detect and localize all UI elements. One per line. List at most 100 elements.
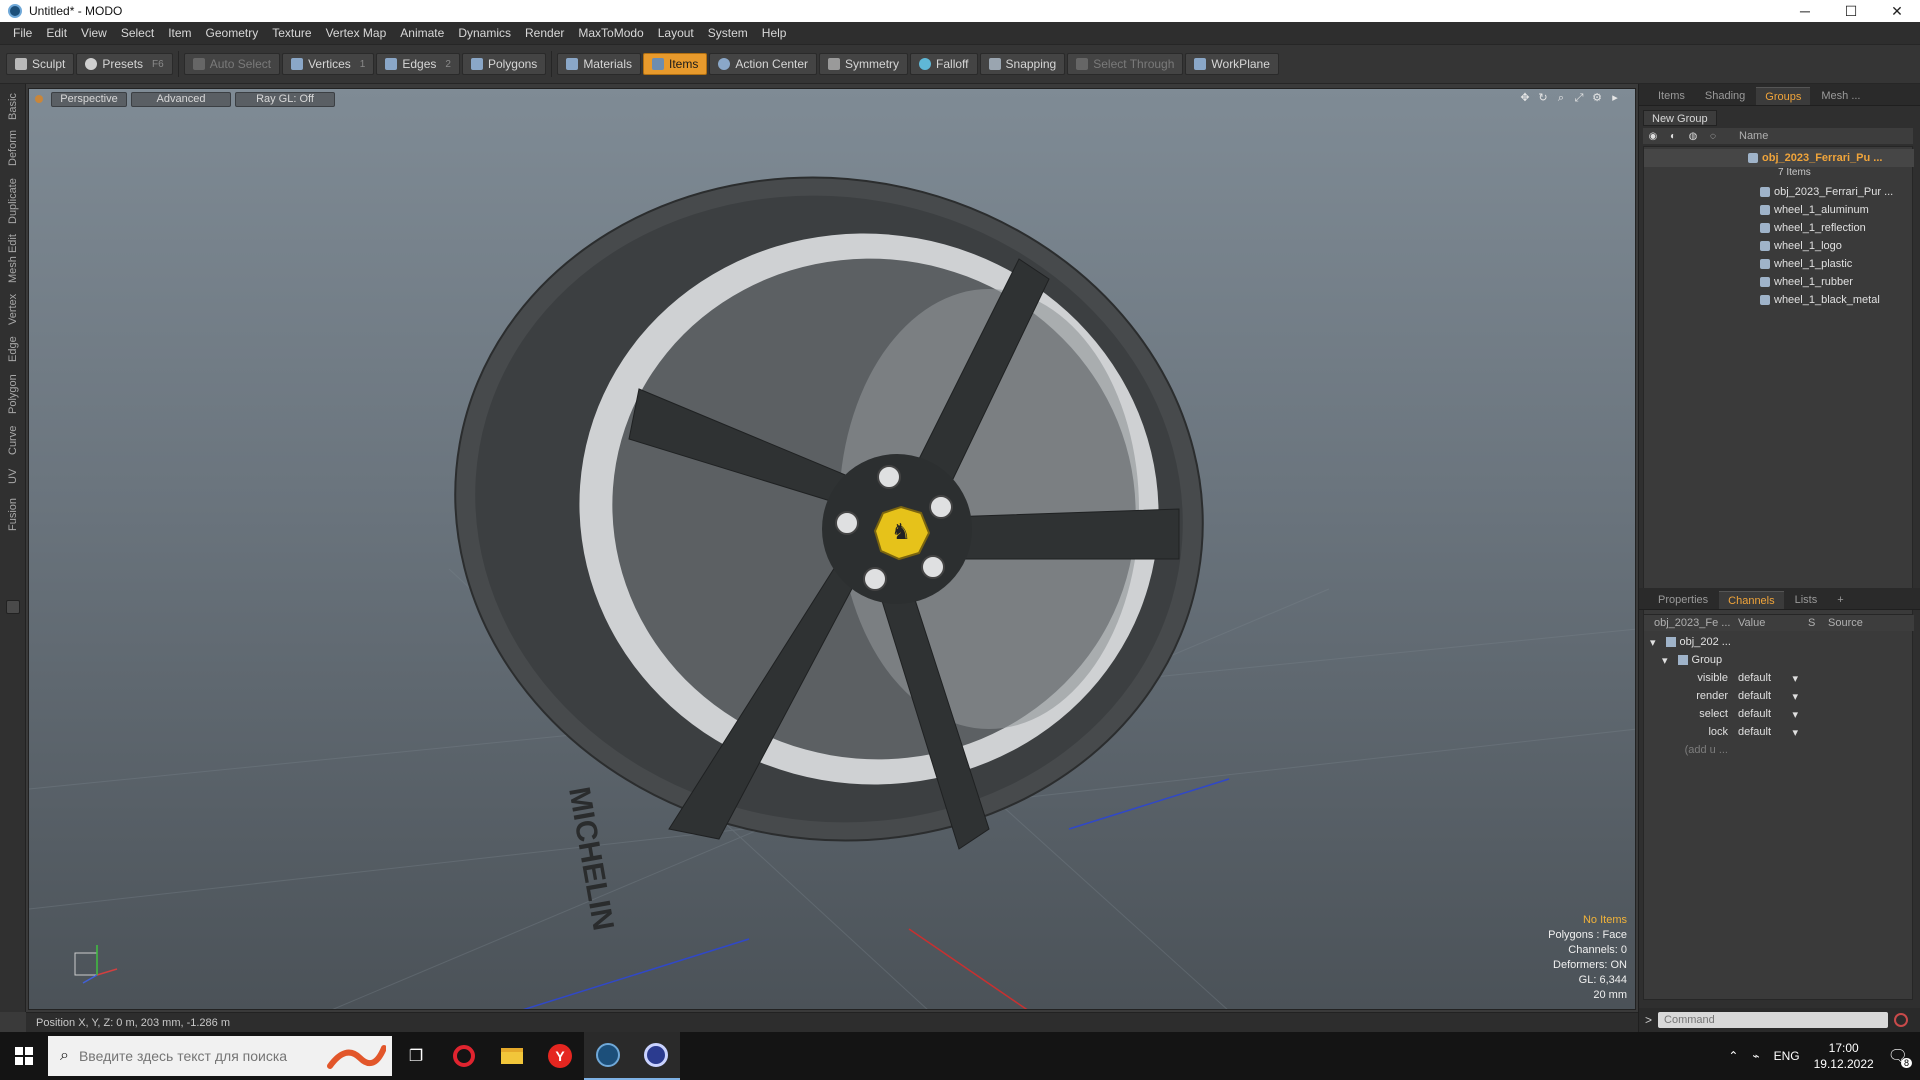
tab-lists[interactable]: Lists — [1786, 591, 1827, 609]
tab-mesh[interactable]: Mesh ... — [1812, 87, 1869, 105]
lock-icon[interactable]: ◍ — [1683, 131, 1703, 142]
chevron-right-icon[interactable]: ▸ — [1609, 92, 1621, 104]
eye-icon[interactable]: ◉ — [1643, 131, 1663, 142]
snapping-button[interactable]: Snapping — [979, 53, 1066, 75]
modo-taskbar-icon[interactable] — [584, 1032, 632, 1080]
chevron-up-icon[interactable]: ⌃ — [1728, 1049, 1738, 1063]
items-button[interactable]: Items — [643, 53, 708, 75]
tab-duplicate[interactable]: Duplicate — [3, 176, 23, 226]
taskbar-search-input[interactable] — [78, 1048, 309, 1064]
tab-vertex[interactable]: Vertex — [3, 290, 23, 328]
render-icon[interactable]: ◐ — [1663, 131, 1683, 142]
channel-row-lock[interactable]: lock default ▾ — [1644, 723, 1914, 741]
perspective-view-button[interactable]: Perspective — [51, 91, 127, 107]
tab-deform[interactable]: Deform — [3, 128, 23, 168]
advanced-shading-button[interactable]: Advanced — [131, 91, 231, 107]
symmetry-button[interactable]: Symmetry — [819, 53, 909, 75]
sculpt-button[interactable]: Sculpt — [6, 53, 75, 75]
dropdown-arrow-icon[interactable]: ▾ — [1792, 726, 1798, 739]
group-child-row[interactable]: wheel_1_reflection — [1644, 219, 1914, 237]
new-group-button[interactable]: New Group — [1643, 110, 1717, 126]
falloff-button[interactable]: Falloff — [910, 53, 978, 75]
presets-button[interactable]: Presets F6 — [76, 53, 173, 75]
tab-groups[interactable]: Groups — [1756, 87, 1811, 105]
gear-icon[interactable]: ⚙ — [1591, 92, 1603, 104]
expand-toggle-icon[interactable] — [6, 600, 20, 614]
record-icon[interactable] — [1894, 1013, 1909, 1027]
channel-row-visible[interactable]: visible default ▾ — [1644, 669, 1914, 687]
group-child-row[interactable]: wheel_1_rubber — [1644, 273, 1914, 291]
pan-icon[interactable]: ✥ — [1519, 92, 1531, 104]
menu-geometry[interactable]: Geometry — [199, 22, 266, 44]
menu-help[interactable]: Help — [755, 22, 794, 44]
ray-gl-button[interactable]: Ray GL: Off — [235, 91, 335, 107]
menu-texture[interactable]: Texture — [265, 22, 318, 44]
value-header[interactable]: Value — [1734, 617, 1808, 629]
opera-browser-icon[interactable] — [440, 1032, 488, 1080]
channel-value[interactable]: default — [1738, 708, 1771, 721]
workplane-button[interactable]: WorkPlane — [1185, 53, 1279, 75]
file-explorer-icon[interactable] — [488, 1032, 536, 1080]
menu-edit[interactable]: Edit — [39, 22, 74, 44]
3d-viewport[interactable]: ♞ MICHELIN Perspective Advanced Ray GL: … — [28, 88, 1636, 1010]
add-tab-button[interactable]: + — [1828, 591, 1852, 609]
select-through-button[interactable]: Select Through — [1067, 53, 1184, 75]
menu-view[interactable]: View — [74, 22, 114, 44]
tab-channels[interactable]: Channels — [1719, 591, 1784, 609]
tab-properties[interactable]: Properties — [1649, 591, 1717, 609]
tab-uv[interactable]: UV — [3, 464, 23, 488]
channel-name-header[interactable]: obj_2023_Fe ... — [1644, 617, 1734, 629]
auto-select-button[interactable]: Auto Select — [183, 53, 281, 75]
group-row[interactable]: obj_2023_Ferrari_Pu ... — [1644, 149, 1914, 167]
zoom-icon[interactable]: ⌕ — [1555, 92, 1567, 104]
channel-value[interactable]: default — [1738, 672, 1771, 685]
edges-button[interactable]: Edges 2 — [376, 53, 460, 75]
menu-maxtomodo[interactable]: MaxToModo — [571, 22, 650, 44]
notifications-icon[interactable]: 🗨 8 — [1888, 1046, 1912, 1068]
taskbar-search[interactable]: ⌕ — [48, 1036, 392, 1076]
viewport-options-icon[interactable] — [35, 95, 43, 103]
task-view-icon[interactable]: ❐ — [392, 1032, 440, 1080]
close-button[interactable]: ✕ — [1874, 0, 1920, 22]
dropdown-arrow-icon[interactable]: ▾ — [1792, 690, 1798, 703]
menu-system[interactable]: System — [701, 22, 755, 44]
group-child-row[interactable]: wheel_1_black_metal — [1644, 291, 1914, 309]
channel-root-row[interactable]: ▾ obj_202 ... — [1644, 633, 1914, 651]
menu-layout[interactable]: Layout — [651, 22, 701, 44]
collapse-arrow-icon[interactable]: ▾ — [1650, 636, 1656, 649]
menu-dynamics[interactable]: Dynamics — [451, 22, 518, 44]
channel-group-row[interactable]: ▾ Group — [1644, 651, 1914, 669]
start-button[interactable] — [0, 1032, 48, 1080]
s-header[interactable]: S — [1808, 617, 1824, 629]
browser-app-icon[interactable] — [632, 1032, 680, 1080]
tab-mesh-edit[interactable]: Mesh Edit — [3, 234, 23, 284]
collapse-arrow-icon[interactable]: ▾ — [1662, 654, 1668, 667]
group-child-row[interactable]: wheel_1_plastic — [1644, 255, 1914, 273]
dropdown-arrow-icon[interactable]: ▾ — [1792, 708, 1798, 721]
yandex-browser-icon[interactable]: Y — [536, 1032, 584, 1080]
name-column-header[interactable]: Name — [1739, 130, 1768, 142]
select-icon[interactable]: ◌ — [1703, 131, 1723, 142]
channel-row-render[interactable]: render default ▾ — [1644, 687, 1914, 705]
menu-file[interactable]: File — [6, 22, 39, 44]
tab-basic[interactable]: Basic — [3, 92, 23, 122]
tab-curve[interactable]: Curve — [3, 422, 23, 458]
clock[interactable]: 17:00 19.12.2022 — [1814, 1040, 1874, 1072]
tab-shading[interactable]: Shading — [1696, 87, 1754, 105]
group-child-row[interactable]: obj_2023_Ferrari_Pur ... — [1644, 183, 1914, 201]
channel-value[interactable]: default — [1738, 690, 1771, 703]
channel-row-select[interactable]: select default ▾ — [1644, 705, 1914, 723]
command-input[interactable] — [1658, 1012, 1889, 1028]
dropdown-arrow-icon[interactable]: ▾ — [1792, 672, 1798, 685]
tab-fusion[interactable]: Fusion — [3, 494, 23, 534]
channel-value[interactable]: default — [1738, 726, 1771, 739]
tab-items[interactable]: Items — [1649, 87, 1694, 105]
source-header[interactable]: Source — [1824, 617, 1863, 629]
menu-vertex-map[interactable]: Vertex Map — [319, 22, 394, 44]
vertices-button[interactable]: Vertices 1 — [282, 53, 375, 75]
network-icon[interactable]: ⌁ — [1752, 1049, 1759, 1063]
menu-render[interactable]: Render — [518, 22, 571, 44]
minimize-button[interactable]: ─ — [1782, 0, 1828, 22]
menu-item[interactable]: Item — [161, 22, 198, 44]
menu-select[interactable]: Select — [114, 22, 161, 44]
